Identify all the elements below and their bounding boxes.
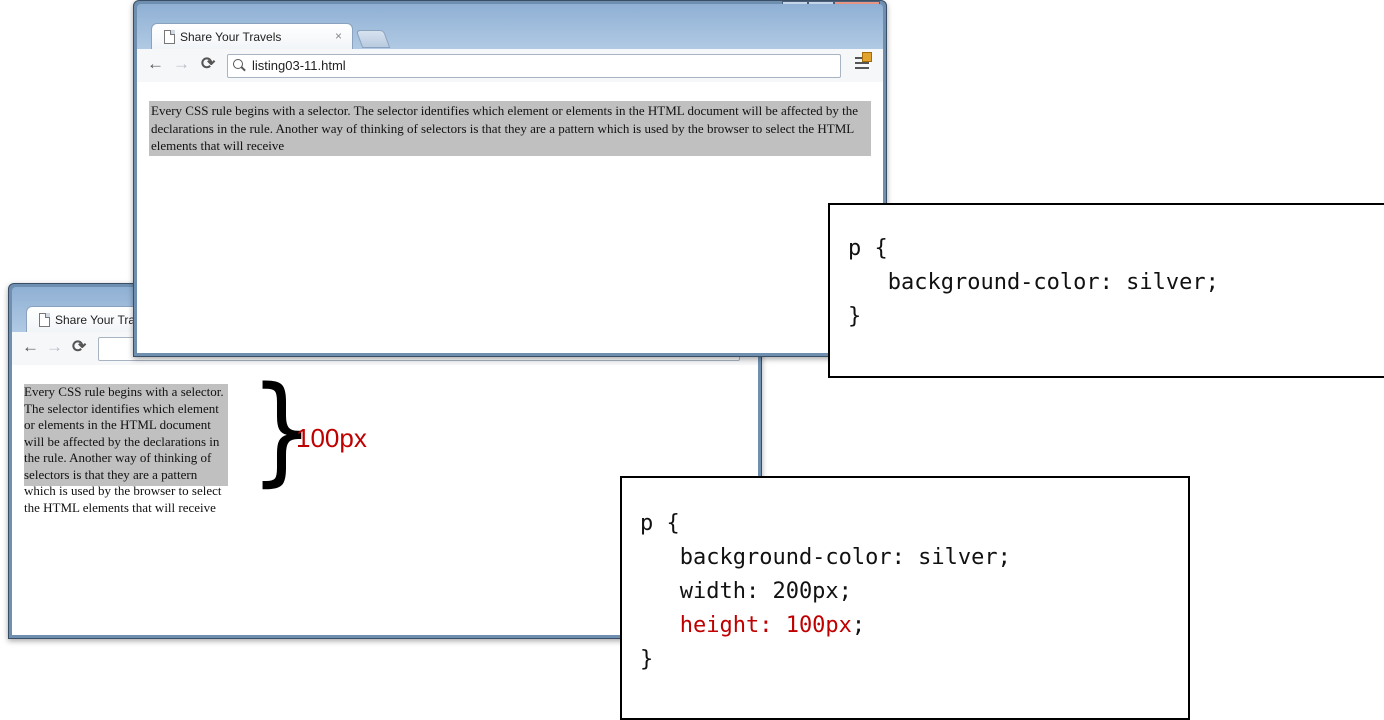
code-line: } [640, 647, 654, 672]
code-line: p { [848, 236, 888, 261]
browser-window-front: – □ x Share Your Travels × ← → ⟳ listing… [133, 0, 887, 357]
tab-title: Share Your Travels [180, 30, 282, 44]
height-label: 100px [296, 423, 367, 453]
page-icon [39, 313, 50, 327]
page-icon [164, 30, 175, 44]
search-icon [233, 59, 243, 69]
reload-icon[interactable]: ⟳ [201, 54, 215, 74]
back-arrow-icon[interactable]: ← [22, 337, 39, 357]
code-line: background-color: silver; [848, 270, 1219, 295]
forward-arrow-icon[interactable]: → [173, 54, 190, 74]
code-semicolon: ; [851, 613, 866, 638]
address-bar-url: listing03-11.html [252, 58, 346, 73]
code-line: } [848, 304, 862, 329]
code-line: width: 200px; [640, 579, 852, 604]
code-line-highlighted: height: 100px [640, 613, 852, 638]
css-code-box-bottom: p { background-color: silver; width: 200… [620, 476, 1190, 720]
forward-arrow-icon[interactable]: → [46, 337, 63, 357]
paragraph-fixed-size: Every CSS rule begins with a selector. T… [24, 384, 228, 515]
address-bar[interactable]: listing03-11.html [227, 54, 841, 78]
code-line: p { [640, 511, 680, 536]
page-content: Every CSS rule begins with a selector. T… [137, 82, 883, 353]
back-arrow-icon[interactable]: ← [147, 54, 164, 74]
new-tab-button[interactable] [355, 30, 391, 48]
wrench-menu-icon[interactable] [855, 52, 872, 72]
code-line: background-color: silver; [640, 545, 1011, 570]
toolbar: ← → ⟳ listing03-11.html [137, 49, 883, 83]
paragraph-default: Every CSS rule begins with a selector. T… [149, 101, 871, 156]
tab-close-icon[interactable]: × [335, 29, 342, 43]
tab-share-your-travels[interactable]: Share Your Travels × [151, 23, 353, 50]
reload-icon[interactable]: ⟳ [72, 337, 86, 357]
window-chrome: Share Your Travels × ← → ⟳ listing03-11.… [137, 4, 883, 83]
css-code-box-top: p { background-color: silver; } [828, 203, 1384, 378]
